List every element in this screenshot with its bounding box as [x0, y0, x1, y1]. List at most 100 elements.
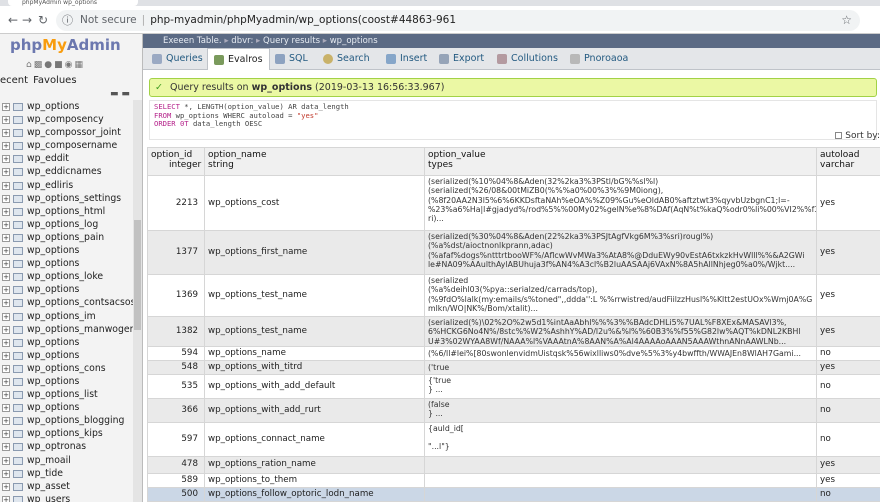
tab-favorites[interactable]: Favolues: [33, 75, 76, 86]
sidebar-item-table[interactable]: + wp_options_blogging: [0, 414, 132, 427]
sidebar-item-table[interactable]: + wp_users: [0, 493, 132, 502]
column-header-option-id[interactable]: option_id integer: [147, 147, 205, 176]
expand-icon[interactable]: +: [2, 233, 10, 242]
expand-icon[interactable]: +: [2, 129, 10, 138]
table-row[interactable]: 597 wp_options_connact_name {auld_id[ "...…: [147, 421, 880, 457]
docs-icon[interactable]: ■: [54, 60, 65, 70]
sort-checkbox[interactable]: [835, 132, 843, 139]
tab-evalros[interactable]: Evalros: [207, 48, 270, 70]
sidebar-item-table[interactable]: + wp_options_pain: [0, 231, 132, 244]
home-icon[interactable]: ⌂: [26, 60, 34, 70]
table-row[interactable]: 478 wp_options_ration_name yes: [147, 455, 880, 474]
sidebar-item-table[interactable]: + wp_options: [0, 100, 132, 113]
table-row[interactable]: 500 wp_options_follow_optoric_lodn_name no: [147, 486, 880, 502]
tab-search[interactable]: Search: [317, 48, 376, 70]
sidebar-scrollbar[interactable]: [133, 100, 142, 502]
sidebar-item-table[interactable]: + wp_options_log: [0, 218, 132, 231]
forward-arrow-icon[interactable]: →: [22, 13, 32, 27]
sidebar-item-table[interactable]: + wp_moail: [0, 454, 132, 467]
tab-recent[interactable]: ecent: [0, 75, 28, 86]
expand-icon[interactable]: +: [2, 417, 10, 426]
expand-icon[interactable]: +: [2, 443, 10, 452]
table-row[interactable]: 548 wp_options_with_titrd ('true yes: [147, 359, 880, 375]
table-row[interactable]: 1382 wp_options_test_name (serialized(%)\0…: [147, 316, 880, 347]
sidebar-item-table[interactable]: + wp_options: [0, 283, 132, 296]
expand-icon[interactable]: +: [2, 377, 10, 386]
info-icon[interactable]: ⓘ: [62, 10, 73, 31]
reload-nav-icon[interactable]: ▦: [74, 60, 85, 70]
sidebar-item-table[interactable]: + wp_options_cons: [0, 362, 132, 375]
expand-icon[interactable]: +: [2, 207, 10, 216]
expand-icon[interactable]: +: [2, 338, 10, 347]
settings-icon[interactable]: ◉: [65, 60, 75, 70]
breadcrumb-item[interactable]: wp_options: [330, 36, 378, 46]
sidebar-item-table[interactable]: + wp_options: [0, 336, 132, 349]
expand-icon[interactable]: +: [2, 286, 10, 295]
expand-icon[interactable]: +: [2, 220, 10, 229]
tab-sql[interactable]: SQL: [269, 48, 314, 70]
table-row[interactable]: 589 wp_options_to_them yes: [147, 472, 880, 488]
tab-export[interactable]: Export: [433, 48, 490, 70]
expand-icon[interactable]: +: [2, 168, 10, 177]
expand-icon[interactable]: +: [2, 469, 10, 478]
sidebar-item-table[interactable]: + wp_options: [0, 349, 132, 362]
sidebar-item-table[interactable]: + wp_options_settings: [0, 192, 132, 205]
column-header-option-value[interactable]: option_value types: [424, 147, 817, 176]
expand-icon[interactable]: +: [2, 116, 10, 125]
back-arrow-icon[interactable]: ←: [8, 13, 18, 27]
sidebar-item-table[interactable]: + wp_eddit: [0, 152, 132, 165]
sidebar-item-table[interactable]: + wp_options_list: [0, 388, 132, 401]
column-header-autoload[interactable]: autoload varchar: [816, 147, 880, 176]
url-text[interactable]: php-myadmin/phpMyadmin/wp_options(coost#…: [150, 14, 456, 26]
tab-insert[interactable]: Insert: [380, 48, 433, 70]
sql-query-box[interactable]: SELECT *, LENGTH(option_value) AR data_l…: [149, 100, 877, 140]
sidebar-item-table[interactable]: + wp_options_manwogers: [0, 323, 138, 336]
scrollbar-thumb[interactable]: [134, 220, 141, 330]
address-bar[interactable]: ⓘ Not secure | php-myadmin/phpMyadmin/wp_o…: [56, 10, 860, 31]
expand-icon[interactable]: +: [2, 351, 10, 360]
expand-icon[interactable]: +: [2, 404, 10, 413]
sidebar-item-table[interactable]: + wp_options_kips: [0, 427, 132, 440]
sidebar-item-table[interactable]: + wp_options_loke: [0, 270, 132, 283]
expand-icon[interactable]: +: [2, 103, 10, 111]
expand-icon[interactable]: +: [2, 273, 10, 282]
expand-icon[interactable]: +: [2, 194, 10, 203]
expand-icon[interactable]: +: [2, 142, 10, 151]
breadcrumb-item[interactable]: Exeeen Table.: [163, 36, 222, 46]
sidebar-item-table[interactable]: + wp_options: [0, 257, 132, 270]
table-row[interactable]: 2213 wp_options_cost (serialized(%10%04%8&…: [147, 175, 880, 231]
expand-icon[interactable]: +: [2, 247, 10, 256]
expand-icon[interactable]: +: [2, 364, 10, 373]
breadcrumb-item[interactable]: Query results: [263, 36, 320, 46]
expand-icon[interactable]: +: [2, 482, 10, 491]
table-row[interactable]: 1369 wp_options_test_name (serialized (%a%…: [147, 274, 880, 317]
phpmyadmin-logo[interactable]: phpMyAdmin: [10, 36, 121, 54]
sidebar-item-table[interactable]: + wp_optronas: [0, 440, 132, 453]
sort-by-control[interactable]: Sort by:: [835, 131, 880, 141]
link-icon[interactable]: ▬: [121, 89, 130, 99]
column-header-option-name[interactable]: option_name string: [204, 147, 425, 176]
breadcrumb-item[interactable]: dbvr:: [231, 36, 253, 46]
sidebar-item-table[interactable]: + wp_options: [0, 375, 132, 388]
tab-collutions[interactable]: Collutions: [491, 48, 564, 70]
table-row[interactable]: 1377 wp_options_first_name (serialized(%30…: [147, 230, 880, 275]
expand-icon[interactable]: +: [2, 181, 10, 190]
expand-icon[interactable]: +: [2, 260, 10, 269]
reload-icon[interactable]: ↻: [38, 13, 48, 27]
table-row[interactable]: 594 wp_options_name (%6/ll#lei%[80swonlenv…: [147, 345, 880, 361]
tab-queries[interactable]: Queries: [146, 48, 209, 70]
help-icon[interactable]: ●: [44, 60, 54, 70]
sidebar-item-table[interactable]: + wp_asset: [0, 480, 132, 493]
collapse-all-icon[interactable]: ▬: [110, 89, 119, 99]
expand-icon[interactable]: +: [2, 391, 10, 400]
sidebar-item-table[interactable]: + wp_eddicnames: [0, 165, 132, 178]
sidebar-item-table[interactable]: + wp_options: [0, 401, 132, 414]
exit-icon[interactable]: ▩: [34, 60, 45, 70]
sidebar-item-table[interactable]: + wp_options: [0, 244, 132, 257]
sidebar-item-table[interactable]: + wp_compossor_joint: [0, 126, 132, 139]
expand-icon[interactable]: +: [2, 430, 10, 439]
bookmark-star-icon[interactable]: ☆: [841, 10, 852, 31]
table-row[interactable]: 366 wp_options_with_add_rurt (false } ... n…: [147, 397, 880, 423]
expand-icon[interactable]: +: [2, 299, 10, 308]
sidebar-item-table[interactable]: + wp_options_html: [0, 205, 132, 218]
